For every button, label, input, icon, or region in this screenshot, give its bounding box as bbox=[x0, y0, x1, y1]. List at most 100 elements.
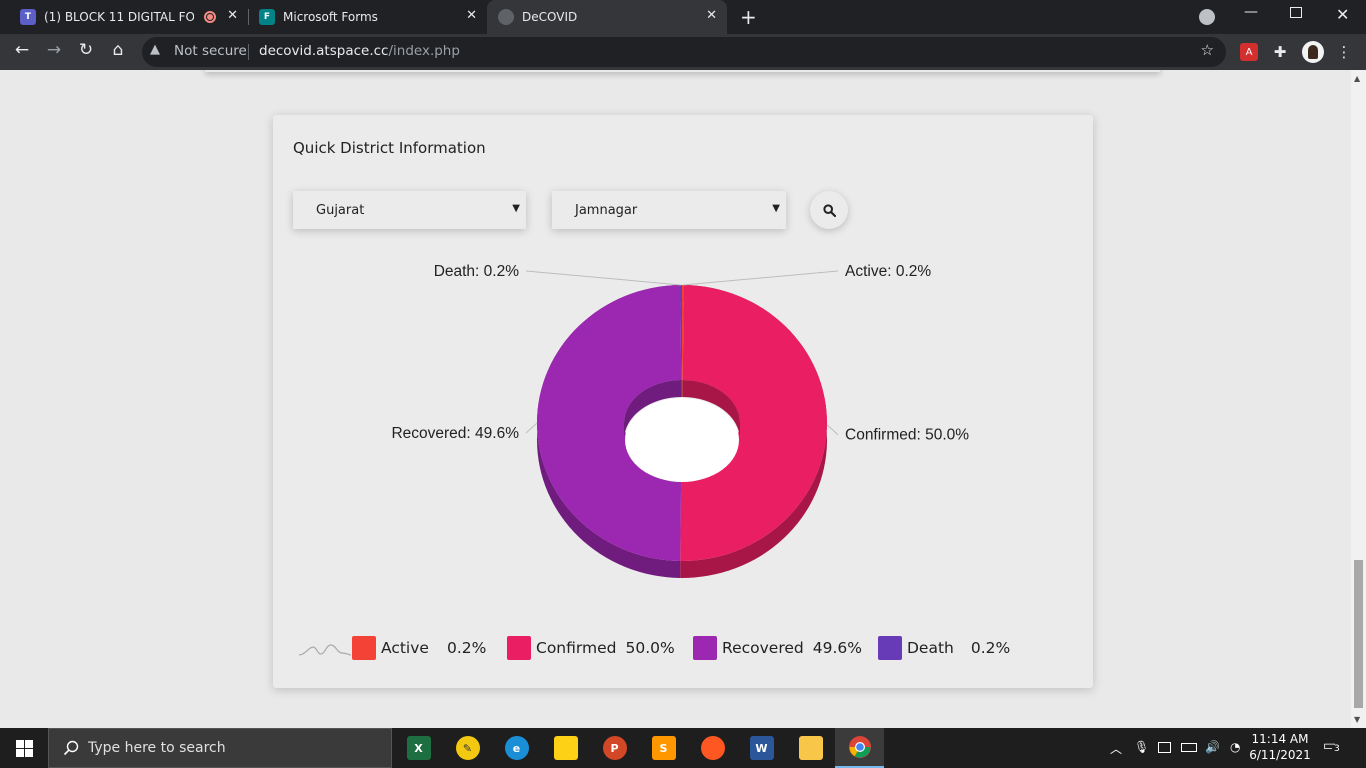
warning-icon: ▲ bbox=[150, 42, 160, 57]
search-icon bbox=[63, 740, 79, 756]
taskbar-excel[interactable]: X bbox=[394, 728, 443, 768]
chart-label-line-death bbox=[525, 270, 682, 286]
tab-title: DeCOVID bbox=[522, 10, 578, 24]
state-select[interactable]: Gujarat ▼ bbox=[293, 191, 526, 229]
reload-icon[interactable]: ↻ bbox=[74, 40, 98, 60]
wifi-icon[interactable]: ◔ bbox=[1230, 740, 1240, 754]
chart-label-active: Active: 0.2% bbox=[845, 263, 931, 280]
legend-item-confirmed[interactable]: Confirmed 50.0% bbox=[507, 635, 675, 661]
chevron-down-icon: ▼ bbox=[512, 203, 520, 214]
chart-label-line-confirmed bbox=[826, 424, 839, 436]
taskbar-firefox[interactable] bbox=[688, 728, 737, 768]
forms-icon: F bbox=[259, 9, 275, 25]
legend-item-active[interactable]: Active 0.2% bbox=[352, 635, 486, 661]
paint-icon: ✎ bbox=[455, 736, 480, 760]
chart-label-line-active bbox=[682, 270, 839, 286]
firefox-icon bbox=[700, 736, 725, 760]
taskbar-sticky-notes[interactable] bbox=[541, 728, 590, 768]
url-path: /index.php bbox=[388, 43, 460, 59]
taskbar-clock[interactable]: 11:14 AM 6/11/2021 bbox=[1247, 731, 1313, 763]
search-button[interactable] bbox=[810, 191, 848, 229]
legend-swatch bbox=[878, 636, 902, 660]
chart-label-confirmed: Confirmed: 50.0% bbox=[845, 427, 969, 444]
search-icon bbox=[822, 203, 836, 217]
back-icon[interactable]: ← bbox=[10, 40, 34, 60]
windows-start-button[interactable] bbox=[0, 728, 48, 768]
taskbar-file-explorer[interactable] bbox=[786, 728, 835, 768]
forward-icon[interactable]: → bbox=[42, 40, 66, 60]
state-select-value: Gujarat bbox=[316, 202, 365, 218]
security-label[interactable]: Not secure bbox=[174, 43, 247, 59]
scroll-up-icon[interactable]: ▲ bbox=[1354, 74, 1360, 83]
home-icon[interactable]: ⌂ bbox=[106, 40, 130, 60]
taskbar-edge[interactable]: e bbox=[492, 728, 541, 768]
chart-label-recovered: Recovered: 49.6% bbox=[391, 425, 519, 442]
volume-icon[interactable]: 🔊 bbox=[1205, 740, 1220, 754]
legend-value: 0.2% bbox=[446, 639, 487, 657]
url-text[interactable]: decovid.atspace.cc/index.php bbox=[259, 43, 460, 59]
close-tab-icon[interactable]: ✕ bbox=[706, 8, 717, 23]
scroll-down-icon[interactable]: ▼ bbox=[1354, 715, 1360, 724]
search-placeholder: Type here to search bbox=[88, 740, 226, 756]
battery-icon[interactable] bbox=[1181, 743, 1197, 752]
microphone-icon[interactable]: 🎙 bbox=[1134, 740, 1149, 754]
menu-icon[interactable]: ⋮ bbox=[1335, 43, 1353, 61]
window-close-icon[interactable]: ✕ bbox=[1336, 5, 1349, 24]
new-tab-icon[interactable]: + bbox=[740, 5, 757, 29]
tab-decovid[interactable]: DeCOVID ✕ bbox=[487, 0, 727, 34]
district-select[interactable]: Jamnagar ▼ bbox=[552, 191, 786, 229]
taskbar-search-input[interactable]: Type here to search bbox=[48, 728, 392, 768]
word-icon: W bbox=[749, 736, 774, 760]
page-scrollbar[interactable]: ▲ ▼ bbox=[1351, 70, 1366, 728]
divider bbox=[248, 44, 249, 60]
globe-icon bbox=[498, 9, 514, 25]
amcharts-logo-icon[interactable] bbox=[297, 642, 353, 656]
close-tab-icon[interactable]: ✕ bbox=[227, 8, 238, 23]
file-explorer-icon bbox=[798, 736, 823, 760]
tab-title: (1) BLOCK 11 DIGITAL FORENSICS bbox=[44, 10, 194, 24]
extensions-icon[interactable]: ✚ bbox=[1271, 43, 1289, 61]
minimize-icon[interactable]: — bbox=[1244, 4, 1258, 20]
clock-time: 11:14 AM bbox=[1251, 732, 1309, 746]
chart-label-line-recovered bbox=[525, 422, 538, 434]
tab-teams[interactable]: T (1) BLOCK 11 DIGITAL FORENSICS ✕ bbox=[0, 0, 248, 34]
chart-hole-wall-death bbox=[681, 380, 682, 398]
legend-item-death[interactable]: Death 0.2% bbox=[878, 635, 1010, 661]
legend-value: 49.6% bbox=[812, 639, 862, 657]
legend-item-recovered[interactable]: Recovered 49.6% bbox=[693, 635, 862, 661]
tab-microsoft-forms[interactable]: F Microsoft Forms ✕ bbox=[249, 0, 487, 34]
avatar[interactable] bbox=[1302, 41, 1324, 63]
stats-card-edge bbox=[205, 70, 1160, 72]
close-tab-icon[interactable]: ✕ bbox=[466, 8, 477, 23]
card-title: Quick District Information bbox=[293, 139, 486, 157]
legend-swatch bbox=[507, 636, 531, 660]
taskbar-word[interactable]: W bbox=[737, 728, 786, 768]
excel-icon: X bbox=[406, 736, 431, 760]
url-host: decovid.atspace.cc bbox=[259, 43, 389, 59]
recording-icon bbox=[204, 11, 216, 23]
taskbar-sublime[interactable]: S bbox=[639, 728, 688, 768]
chrome-icon bbox=[848, 736, 871, 758]
taskbar-chrome[interactable] bbox=[835, 728, 884, 768]
district-select-value: Jamnagar bbox=[575, 202, 638, 218]
taskbar-powerpoint[interactable]: P bbox=[590, 728, 639, 768]
notification-center-icon[interactable]: ▭ 3 bbox=[1323, 738, 1342, 754]
legend-label: Active bbox=[381, 639, 429, 657]
browser-tab-bar: T (1) BLOCK 11 DIGITAL FORENSICS ✕ F Mic… bbox=[0, 0, 1366, 34]
tab-title: Microsoft Forms bbox=[283, 10, 378, 24]
show-hidden-icons[interactable]: ︿ bbox=[1110, 740, 1122, 757]
chevron-down-icon: ▼ bbox=[772, 203, 780, 214]
acrobat-icon[interactable]: A bbox=[1240, 43, 1258, 61]
district-info-card: Quick District Information Gujarat ▼ Jam… bbox=[273, 115, 1093, 688]
bookmark-star-icon[interactable]: ☆ bbox=[1201, 41, 1214, 59]
tab-search-icon[interactable] bbox=[1199, 9, 1215, 25]
page-content: Quick District Information Gujarat ▼ Jam… bbox=[0, 70, 1366, 728]
chart-label-death: Death: 0.2% bbox=[434, 263, 520, 280]
restore-icon[interactable] bbox=[1290, 7, 1302, 18]
clock-date: 6/11/2021 bbox=[1249, 748, 1311, 762]
address-bar[interactable]: ▲ Not secure decovid.atspace.cc/index.ph… bbox=[142, 37, 1226, 67]
windows-logo-icon bbox=[15, 739, 33, 757]
taskbar-paint[interactable]: ✎ bbox=[443, 728, 492, 768]
scrollbar-thumb[interactable] bbox=[1354, 560, 1363, 708]
keyboard-icon[interactable] bbox=[1158, 742, 1171, 753]
